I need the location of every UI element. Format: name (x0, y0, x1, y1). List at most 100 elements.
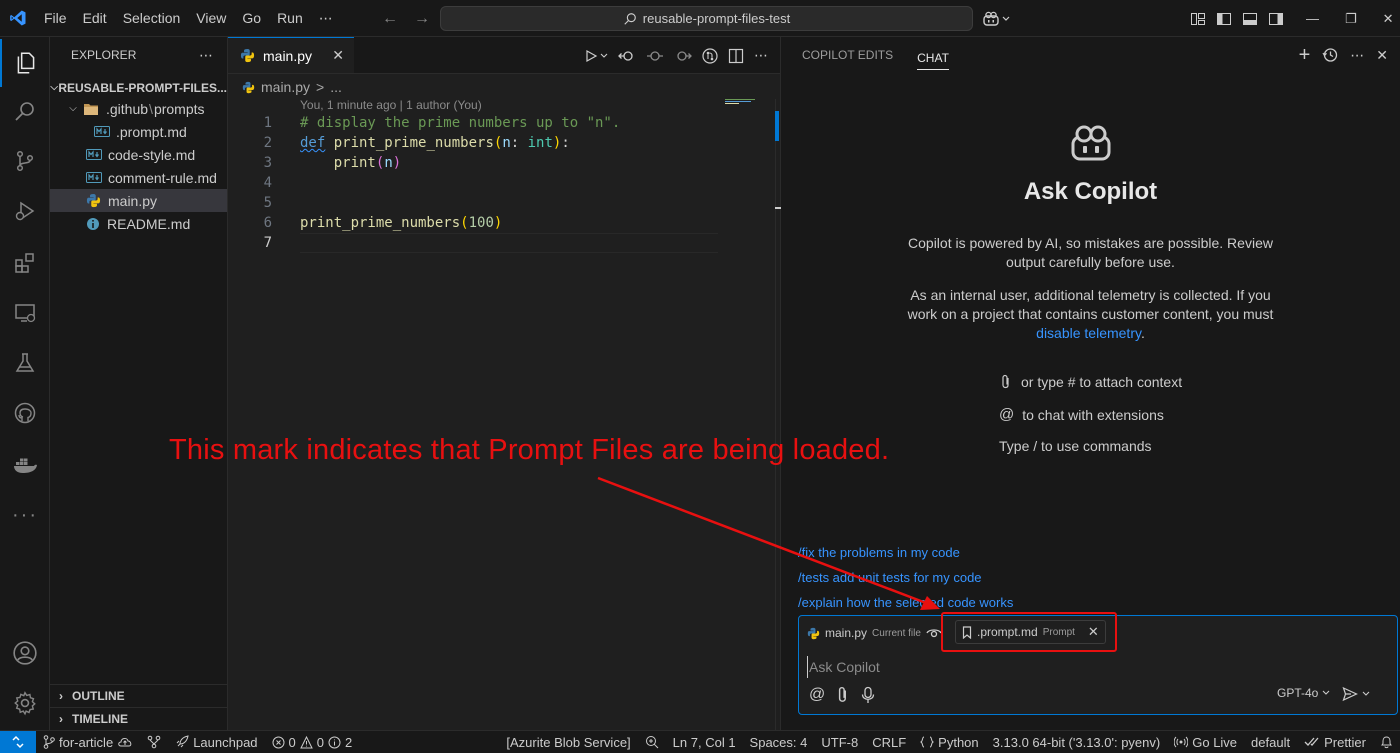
python-interpreter[interactable]: 3.13.0 64-bit ('3.13.0': pyenv) (986, 735, 1168, 750)
code-line[interactable]: 5 (228, 193, 718, 213)
menu-view[interactable]: View (188, 0, 234, 37)
chat-more-icon[interactable]: ⋯ (1350, 47, 1364, 64)
menu-run[interactable]: Run (269, 0, 311, 37)
microphone-icon[interactable] (861, 686, 875, 704)
code-line[interactable]: 7 (228, 233, 718, 253)
minimize-icon[interactable]: — (1306, 11, 1319, 26)
forward-arrow-icon[interactable]: → (414, 10, 430, 28)
close-window-icon[interactable]: ✕ (1383, 11, 1394, 27)
git-graph[interactable] (140, 735, 168, 749)
suggestion-tests[interactable]: /tests add unit tests for my code (798, 570, 982, 585)
end-of-line[interactable]: CRLF (865, 735, 913, 750)
git-branch[interactable]: for-article (36, 735, 140, 750)
folder-github-prompts[interactable]: ⌵ .github \ prompts (50, 97, 227, 120)
go-forward-in-timeline-icon[interactable] (674, 49, 692, 63)
back-arrow-icon[interactable]: ← (382, 10, 398, 28)
vscode-logo-icon[interactable] (0, 0, 36, 37)
settings-gear-icon[interactable] (0, 679, 50, 727)
extensions-icon[interactable] (0, 239, 50, 287)
code-line[interactable]: 4 (228, 173, 718, 193)
git-blame-codelens[interactable]: You, 1 minute ago | 1 author (You) (300, 98, 482, 112)
account-icon[interactable] (0, 629, 50, 677)
editor-more-actions-icon[interactable]: ⋯ (754, 47, 768, 64)
minimap[interactable] (725, 99, 765, 105)
editor-tabs: main.py ✕ ⋯ (228, 37, 780, 74)
go-live[interactable]: Go Live (1167, 735, 1244, 750)
launchpad[interactable]: Launchpad (168, 735, 264, 750)
breadcrumb-symbol[interactable]: ... (330, 79, 342, 95)
disable-telemetry-link[interactable]: disable telemetry (1036, 325, 1141, 341)
send-button[interactable] (1342, 686, 1370, 702)
copilot-menu-icon[interactable] (982, 11, 1010, 27)
remote-indicator-icon[interactable] (0, 730, 36, 753)
menu-selection[interactable]: Selection (115, 0, 189, 37)
context-chip-current-file[interactable]: main.py Current file (805, 621, 944, 645)
language-mode[interactable]: Python (913, 735, 985, 750)
history-icon[interactable] (1322, 47, 1338, 63)
command-center[interactable]: reusable-prompt-files-test (440, 6, 973, 31)
tab-chat[interactable]: CHAT (917, 40, 949, 70)
remote-explorer-icon[interactable] (0, 289, 50, 337)
profile[interactable]: default (1244, 735, 1297, 750)
suggestion-explain[interactable]: /explain how the selected code works (798, 595, 1013, 610)
source-control-icon[interactable] (0, 137, 50, 185)
new-chat-icon[interactable]: + (1299, 44, 1311, 67)
menu-more[interactable]: ⋯ (311, 0, 341, 37)
tab-copilot-edits[interactable]: COPILOT EDITS (802, 37, 893, 73)
go-back-in-timeline-icon[interactable] (618, 49, 636, 63)
code-line[interactable]: 3 print(n) (228, 153, 718, 173)
breadcrumb-file[interactable]: main.py (261, 79, 310, 95)
attach-paperclip-icon[interactable] (835, 686, 851, 704)
errors-count: 0 (288, 734, 296, 750)
close-panel-icon[interactable]: ✕ (1376, 47, 1388, 64)
timeline-commit-icon[interactable] (646, 49, 664, 63)
toggle-panel-icon[interactable] (1242, 11, 1258, 27)
explorer-more-button[interactable]: ⋯ (199, 47, 213, 64)
eye-icon[interactable] (926, 627, 942, 639)
timeline-section[interactable]: › TIMELINE (50, 707, 227, 730)
close-tab-icon[interactable]: ✕ (332, 47, 344, 64)
file-item-code-style-md[interactable]: code-style.md (50, 143, 227, 166)
encoding[interactable]: UTF-8 (814, 735, 865, 750)
file-item-prompt-md[interactable]: .prompt.md (50, 120, 227, 143)
problems-indicator[interactable]: 0 0 2 (265, 735, 360, 750)
customize-layout-icon[interactable] (1190, 11, 1206, 27)
outline-section[interactable]: › OUTLINE (50, 684, 227, 707)
code-line[interactable]: 1 # display the prime numbers up to "n". (228, 113, 718, 133)
split-editor-icon[interactable] (728, 48, 744, 64)
github-icon[interactable] (0, 389, 50, 437)
workspace-root[interactable]: ⌵ REUSABLE-PROMPT-FILES... (50, 76, 227, 99)
git-compare-icon[interactable] (702, 47, 718, 64)
prettier[interactable]: Prettier (1297, 735, 1373, 750)
file-item-comment-rule-md[interactable]: comment-rule.md (50, 166, 227, 189)
code-line[interactable]: 6 print_prime_numbers(100) (228, 213, 718, 233)
menu-file[interactable]: File (36, 0, 75, 37)
more-views-icon[interactable]: ··· (0, 491, 50, 539)
toggle-primary-sidebar-icon[interactable] (1216, 11, 1232, 27)
zoom-indicator[interactable] (638, 735, 666, 749)
run-python-file-icon[interactable] (584, 49, 608, 63)
indentation[interactable]: Spaces: 4 (743, 735, 815, 750)
file-item-readme-md[interactable]: README.md (50, 212, 227, 235)
suggestion-fix[interactable]: /fix the problems in my code (798, 545, 960, 560)
code-line[interactable]: 2 def print_prime_numbers(n: int): (228, 133, 718, 153)
search-icon[interactable] (0, 87, 50, 135)
chip-file-name: main.py (825, 626, 868, 640)
testing-icon[interactable] (0, 339, 50, 387)
notifications[interactable] (1373, 735, 1400, 749)
tab-main-py[interactable]: main.py ✕ (228, 37, 354, 73)
azurite-blob-service[interactable]: [Azurite Blob Service] (499, 735, 637, 750)
model-picker[interactable]: GPT-4o (1277, 686, 1330, 700)
restore-icon[interactable]: ❐ (1345, 11, 1357, 27)
cursor-position[interactable]: Ln 7, Col 1 (666, 735, 743, 750)
toggle-secondary-sidebar-icon[interactable] (1268, 11, 1284, 27)
docker-icon[interactable] (0, 441, 50, 489)
menu-edit[interactable]: Edit (75, 0, 115, 37)
chat-input[interactable] (807, 656, 1367, 678)
explorer-icon[interactable] (0, 39, 50, 87)
run-debug-icon[interactable] (0, 187, 50, 235)
telemetry-text: As an internal user, additional telemetr… (907, 287, 1274, 322)
file-item-main-py[interactable]: main.py (50, 189, 227, 212)
menu-go[interactable]: Go (234, 0, 269, 37)
mention-at-icon[interactable]: @ (809, 686, 825, 704)
